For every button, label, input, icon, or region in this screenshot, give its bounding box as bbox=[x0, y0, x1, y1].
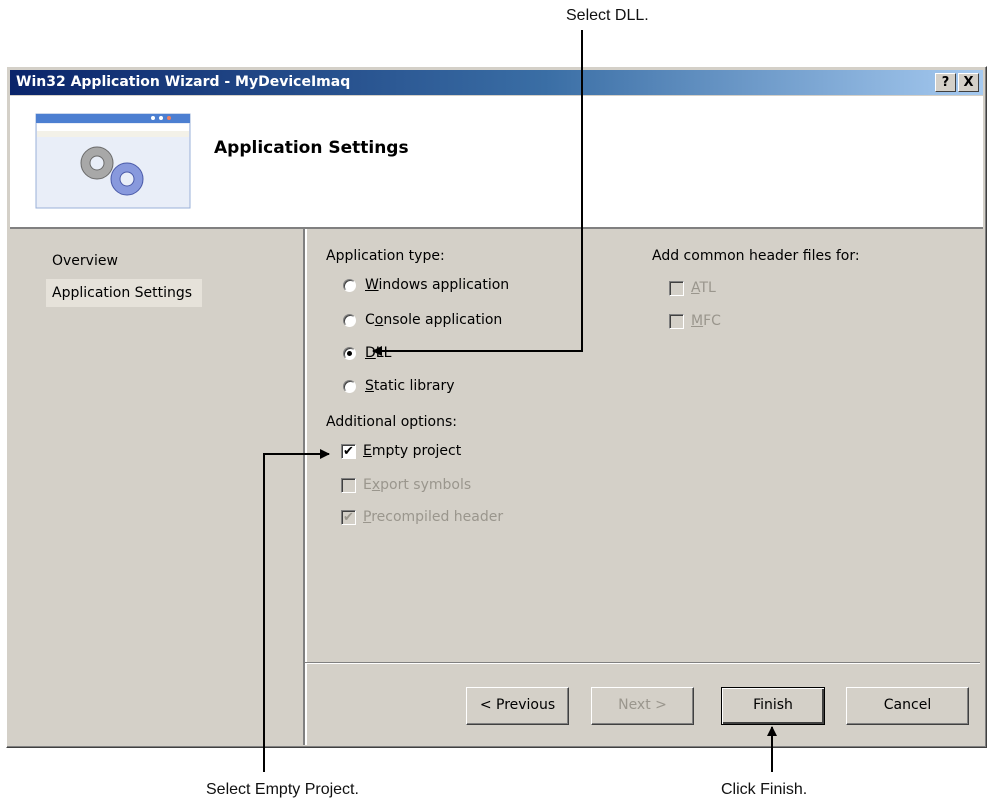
callout-arrows bbox=[263, 30, 777, 772]
arrow-select-empty-project bbox=[263, 449, 330, 772]
arrow-select-dll bbox=[372, 30, 583, 356]
